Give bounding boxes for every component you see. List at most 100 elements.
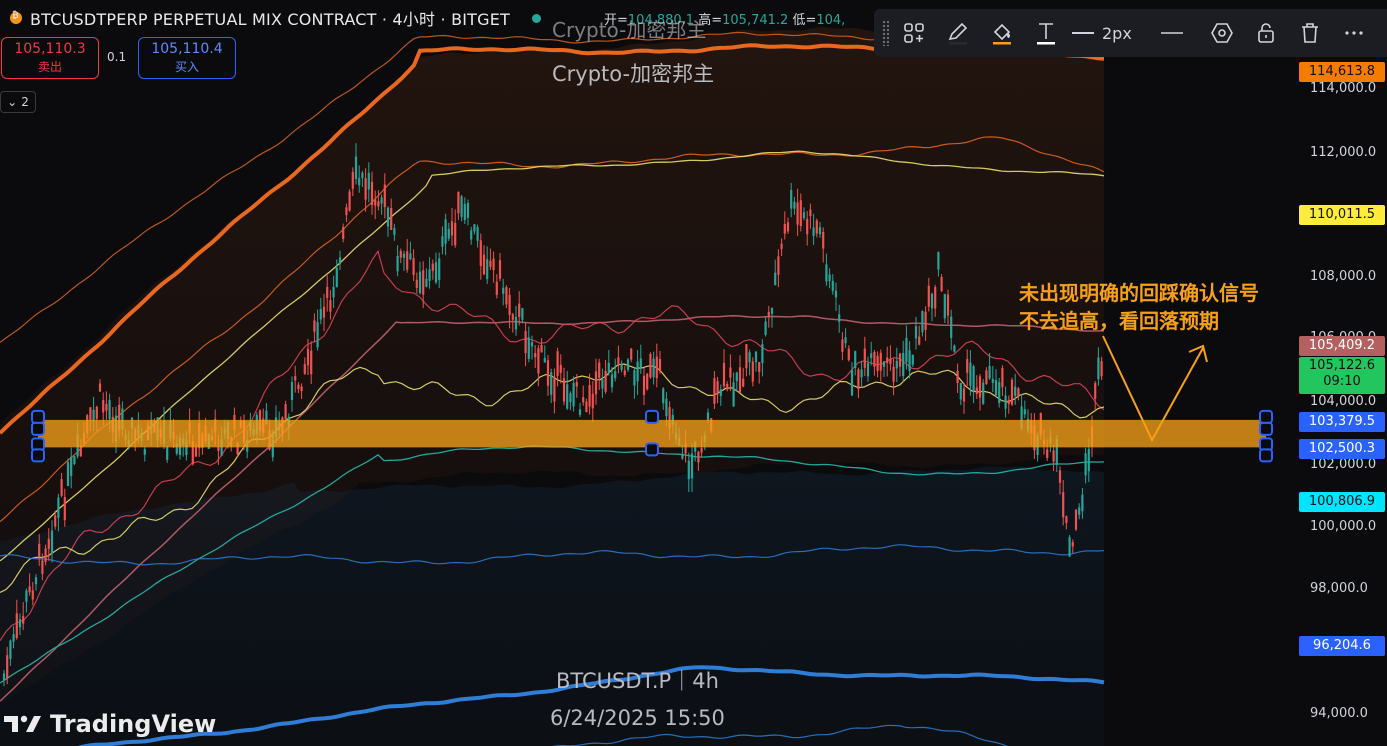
- candle-body: [418, 271, 422, 294]
- candle-body: [908, 350, 911, 372]
- candle-body: [1081, 494, 1084, 512]
- candle-body: [585, 401, 588, 413]
- tradingview-logo[interactable]: TradingView: [4, 710, 216, 738]
- candle-body: [57, 497, 60, 518]
- candle-body: [486, 259, 489, 280]
- line-width-icon: [1072, 32, 1094, 34]
- spread-value: 0.1: [107, 50, 127, 64]
- watermark-datetime: 6/24/2025 15:50: [550, 706, 725, 730]
- settings-hexagon-icon[interactable]: [1202, 13, 1242, 53]
- watermark-main: Crypto-加密邦主: [552, 62, 715, 86]
- axis-label: 104,000.0: [1310, 394, 1377, 409]
- candle-body: [98, 383, 102, 392]
- candle-body: [460, 196, 463, 217]
- candle-body: [428, 269, 431, 281]
- buy-price: 105,110.4: [151, 41, 223, 57]
- candle-body: [354, 156, 358, 179]
- candle-body: [306, 348, 310, 366]
- candle-body: [998, 382, 1001, 403]
- candle-body: [546, 360, 550, 386]
- candle-body: [825, 264, 828, 282]
- candle-body: [870, 353, 873, 358]
- candle-body: [575, 382, 578, 387]
- candle-body: [569, 393, 572, 403]
- pencil-icon[interactable]: [938, 13, 978, 53]
- candle-body: [879, 352, 882, 371]
- candle-body: [876, 355, 879, 371]
- candle-body: [860, 369, 863, 378]
- candle-body: [895, 360, 898, 369]
- candle-body: [367, 172, 370, 190]
- tradingview-logo-icon: [4, 715, 41, 732]
- candle-body: [911, 354, 914, 365]
- axis-label: 112,000.0: [1310, 145, 1377, 160]
- candle-body: [518, 303, 521, 317]
- candle-body: [898, 353, 902, 367]
- candle-body: [601, 379, 604, 389]
- candle-body: [850, 369, 854, 396]
- candle-body: [447, 228, 450, 239]
- candle-body: [588, 384, 591, 407]
- price-chart[interactable]: [0, 0, 1387, 746]
- tradingview-logo-text: TradingView: [50, 710, 217, 738]
- candle-body: [863, 348, 866, 368]
- fill-color-icon[interactable]: [982, 13, 1022, 53]
- candle-body: [402, 253, 406, 258]
- candle-body: [914, 326, 918, 339]
- candle-body: [1010, 379, 1014, 405]
- sell-price: 105,110.3: [14, 41, 86, 57]
- drag-handle-icon: [1259, 448, 1273, 463]
- candle-body: [143, 448, 146, 455]
- candle-body: [642, 375, 646, 396]
- candle-body: [681, 453, 684, 459]
- candle-body: [1017, 388, 1020, 397]
- candle-body: [802, 212, 806, 219]
- trash-icon[interactable]: [1290, 13, 1330, 53]
- candle-body: [630, 348, 633, 360]
- more-icon[interactable]: [1334, 13, 1374, 53]
- candle-body: [54, 515, 57, 527]
- candle-body: [761, 344, 764, 364]
- candle-body: [297, 384, 300, 389]
- candle-body: [294, 376, 297, 381]
- price-tag-zone-top: 103,379.5: [1299, 412, 1385, 432]
- candle-body: [482, 254, 486, 275]
- candle-body: [975, 387, 978, 394]
- templates-icon[interactable]: [894, 13, 934, 53]
- line-style-icon[interactable]: [1152, 13, 1192, 53]
- candle-body: [300, 386, 303, 392]
- candle-body: [396, 255, 399, 272]
- line-width-button[interactable]: 2px: [1072, 24, 1132, 43]
- low-label: 低=: [792, 13, 817, 28]
- price-tag-cyan: 100,806.9: [1299, 492, 1385, 512]
- candle-body: [598, 362, 601, 378]
- candle-body: [409, 253, 412, 260]
- candle-body: [492, 258, 495, 270]
- candle-body: [335, 267, 338, 287]
- candle-body: [854, 351, 857, 368]
- lock-icon[interactable]: [1246, 13, 1286, 53]
- candle-body: [818, 227, 822, 235]
- candle-body: [505, 287, 508, 305]
- candle-body: [1023, 409, 1026, 415]
- sell-button[interactable]: 105,110.3 卖出: [1, 37, 99, 79]
- candle-body: [866, 363, 870, 377]
- candle-body: [434, 262, 438, 283]
- axis-label: 102,000.0: [1310, 457, 1377, 472]
- candle-body: [834, 290, 838, 298]
- candle-body: [735, 372, 738, 381]
- candle-body: [25, 590, 28, 602]
- buy-button[interactable]: 105,110.4 买入: [138, 37, 236, 79]
- drag-handle-icon[interactable]: [882, 20, 890, 46]
- candle-body: [982, 382, 985, 404]
- candle-body: [1097, 357, 1100, 380]
- chevron-down-icon: ⌄: [7, 95, 18, 109]
- candle-body: [841, 339, 844, 352]
- symbol-header[interactable]: BTCUSDTPERP PERPETUAL MIX CONTRACT · 4小时…: [10, 7, 542, 29]
- current-price: 105,122.6: [1308, 358, 1376, 373]
- annotation-text[interactable]: 未出现明确的回踩确认信号 不去追高，看回落预期: [1019, 279, 1259, 335]
- indicator-collapse-button[interactable]: ⌄ 2: [0, 91, 36, 113]
- candle-body: [988, 366, 991, 379]
- candle-body: [44, 548, 47, 563]
- text-color-icon[interactable]: [1026, 13, 1066, 53]
